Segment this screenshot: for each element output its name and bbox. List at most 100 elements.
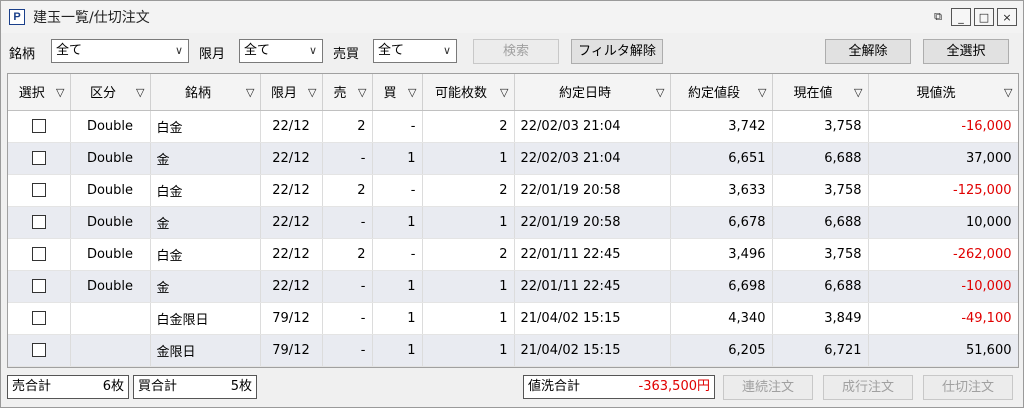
row-checkbox[interactable] [31, 279, 46, 293]
column-header[interactable]: 売 ▽ [322, 74, 373, 111]
qty-cell: 1 [422, 270, 515, 303]
month-cell: 22/12 [260, 110, 323, 143]
type-cell: Double [70, 206, 151, 239]
minimize-button[interactable]: _ [951, 8, 971, 26]
qty-cell: 1 [422, 334, 515, 367]
table-row[interactable]: Double 白金 22/12 2-2 22/01/11 22:45 3,496 3,758… [8, 238, 1018, 271]
pl-cell: -125,000 [868, 174, 1018, 207]
column-header[interactable]: 選択 ▽ [8, 74, 71, 111]
filter-funnel-icon[interactable]: ▽ [358, 86, 366, 99]
select-all-button[interactable]: 全選択 [923, 39, 1009, 64]
chevron-down-icon: ∨ [442, 44, 451, 57]
clear-all-button[interactable]: 全解除 [825, 39, 911, 64]
month-cell: 22/12 [260, 142, 323, 175]
filter-funnel-icon[interactable]: ▽ [308, 86, 316, 99]
month-cell: 22/12 [260, 270, 323, 303]
window-controls: ⧉ _ □ × [928, 8, 1017, 26]
column-header[interactable]: 現在値 ▽ [772, 74, 869, 111]
title-bar[interactable]: P 建玉一覧/仕切注文 ⧉ _ □ × [1, 1, 1023, 33]
column-header[interactable]: 銘柄 ▽ [150, 74, 261, 111]
filter-funnel-icon[interactable]: ▽ [56, 86, 64, 99]
filter-funnel-icon[interactable]: ▽ [656, 86, 664, 99]
datetime-cell: 22/01/19 20:58 [514, 174, 671, 207]
table-row[interactable]: Double 金 22/12-1 1 22/01/19 20:58 6,678 6,688 1… [8, 206, 1018, 239]
table-row[interactable]: 金限日 79/12-1 1 21/04/02 15:15 6,205 6,721 51,60… [8, 334, 1018, 367]
current-price-cell: 3,758 [772, 110, 869, 143]
column-header-label: 選択 [18, 86, 45, 102]
filter-funnel-icon[interactable]: ▽ [854, 86, 862, 99]
filter-clear-button[interactable]: フィルタ解除 [571, 39, 663, 64]
close-order-button[interactable]: 仕切注文 [923, 375, 1013, 400]
status-bar: 売合計 6枚 買合計 5枚 値洗合計 -363,500円 連続注文 成行注文 仕… [1, 373, 1023, 403]
row-checkbox[interactable] [31, 119, 46, 133]
pl-cell: -262,000 [868, 238, 1018, 271]
market-order-button[interactable]: 成行注文 [823, 375, 913, 400]
buy-cell: 1 [372, 206, 423, 239]
column-header[interactable]: 限月 ▽ [260, 74, 323, 111]
position-list-window: P 建玉一覧/仕切注文 ⧉ _ □ × 銘柄 全て ∨ 限月 全て ∨ 売買 全… [0, 0, 1024, 408]
row-checkbox[interactable] [31, 247, 46, 261]
price-cell: 4,340 [670, 302, 773, 335]
column-header-label: 買 [383, 86, 397, 102]
search-button[interactable]: 検索 [473, 39, 559, 64]
row-checkbox[interactable] [31, 343, 46, 357]
current-price-cell: 3,849 [772, 302, 869, 335]
filter-funnel-icon[interactable]: ▽ [500, 86, 508, 99]
type-cell: Double [70, 174, 151, 207]
table-body: Double 白金 22/12 2-2 22/02/03 21:04 3,742 3,758… [8, 110, 1018, 367]
column-header[interactable]: 買 ▽ [372, 74, 423, 111]
column-header-label: 区分 [89, 86, 116, 102]
buy-total-value: 5枚 [230, 379, 252, 394]
select-cell [8, 270, 71, 303]
type-cell: Double [70, 142, 151, 175]
datetime-cell: 21/04/02 15:15 [514, 302, 671, 335]
pl-cell: 10,000 [868, 206, 1018, 239]
price-cell: 6,205 [670, 334, 773, 367]
table-row[interactable]: 白金限日 79/12-1 1 21/04/02 15:15 4,340 3,849 -49,… [8, 302, 1018, 335]
pl-cell: -10,000 [868, 270, 1018, 303]
brand-filter-label: 銘柄 [9, 47, 36, 62]
chevron-down-icon: ∨ [308, 44, 317, 57]
filter-funnel-icon[interactable]: ▽ [136, 86, 144, 99]
row-checkbox[interactable] [31, 311, 46, 325]
filter-funnel-icon[interactable]: ▽ [1004, 86, 1012, 99]
select-cell [8, 302, 71, 335]
type-cell: Double [70, 270, 151, 303]
filter-funnel-icon[interactable]: ▽ [408, 86, 416, 99]
brand-filter-select[interactable]: 全て ∨ [51, 39, 189, 63]
current-price-cell: 6,688 [772, 142, 869, 175]
side-filter-select[interactable]: 全て ∨ [373, 39, 457, 63]
qty-cell: 1 [422, 206, 515, 239]
row-checkbox[interactable] [31, 151, 46, 165]
column-header[interactable]: 約定値段 ▽ [670, 74, 773, 111]
maximize-button[interactable]: □ [974, 8, 994, 26]
positions-table: 選択 ▽ 区分 ▽ 銘柄 ▽ 限月 ▽ 売 ▽ 買 ▽ 可能枚数 ▽ 約定日時 ▽ 約定値段 ▽ 現在値 ▽ 現値洗 ▽ … [7, 73, 1019, 368]
filter-funnel-icon[interactable]: ▽ [246, 86, 254, 99]
row-checkbox[interactable] [31, 215, 46, 229]
close-button[interactable]: × [997, 8, 1017, 26]
sell-cell: - [322, 142, 373, 175]
column-header-label: 約定値段 [687, 86, 740, 102]
continuous-order-button[interactable]: 連続注文 [723, 375, 813, 400]
column-header[interactable]: 約定日時 ▽ [514, 74, 671, 111]
column-header[interactable]: 現値洗 ▽ [868, 74, 1018, 111]
table-row[interactable]: Double 金 22/12-1 1 22/01/11 22:45 6,698 6,688-… [8, 270, 1018, 303]
pl-cell: 37,000 [868, 142, 1018, 175]
column-header-label: 可能枚数 [434, 86, 487, 102]
month-cell: 22/12 [260, 238, 323, 271]
month-cell: 22/12 [260, 206, 323, 239]
table-row[interactable]: Double 金 22/12-1 1 22/02/03 21:04 6,651 6,688 3… [8, 142, 1018, 175]
column-header-label: 現値洗 [916, 86, 956, 102]
column-header[interactable]: 区分 ▽ [70, 74, 151, 111]
table-row[interactable]: Double 白金 22/12 2-2 22/02/03 21:04 3,742 3,758… [8, 110, 1018, 143]
price-cell: 3,633 [670, 174, 773, 207]
table-row[interactable]: Double 白金 22/12 2-2 22/01/19 20:58 3,633 3,758… [8, 174, 1018, 207]
month-filter-select[interactable]: 全て ∨ [239, 39, 323, 63]
restore-layout-icon[interactable]: ⧉ [928, 8, 948, 26]
qty-cell: 2 [422, 110, 515, 143]
column-header-label: 限月 [270, 86, 297, 102]
row-checkbox[interactable] [31, 183, 46, 197]
column-header[interactable]: 可能枚数 ▽ [422, 74, 515, 111]
filter-funnel-icon[interactable]: ▽ [758, 86, 766, 99]
sell-cell: - [322, 206, 373, 239]
